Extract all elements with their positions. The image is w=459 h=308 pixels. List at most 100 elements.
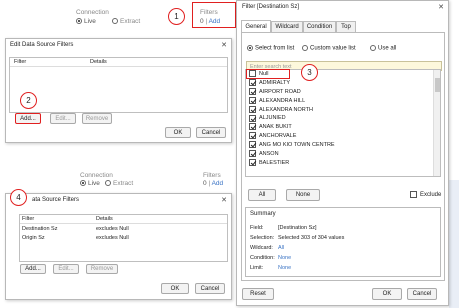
item-checkbox[interactable] — [249, 96, 256, 104]
filters-add-link[interactable]: Add — [209, 18, 221, 25]
item-checkbox[interactable] — [249, 87, 256, 95]
annotation-3: 3 — [301, 64, 318, 81]
row-2-details: excludes Null — [96, 235, 129, 241]
row-1-details: excludes Null — [96, 226, 129, 232]
cancel-button[interactable]: Cancel — [196, 127, 226, 138]
close-icon[interactable]: ✕ — [221, 41, 227, 49]
list-item[interactable]: ALJUNIED — [246, 114, 440, 123]
live-label: Live — [84, 18, 96, 25]
select-from-list-label: Select from list — [255, 45, 295, 52]
reset-button[interactable]: Reset — [242, 288, 274, 300]
grid-header-2: Filter Details — [20, 215, 227, 224]
list-item[interactable]: ADMIRALTY — [246, 78, 440, 88]
live-label-2: Live — [88, 180, 100, 187]
item-checkbox[interactable] — [249, 105, 256, 113]
select-from-list-radio[interactable]: Select from list — [247, 45, 294, 52]
extract-radio-2[interactable]: Extract — [105, 180, 133, 187]
summary-field-label: Field: — [250, 225, 264, 231]
filters-grid: Filter Details — [9, 57, 228, 113]
filters-count: 0 | Add — [200, 18, 221, 25]
exclude-checkbox[interactable]: Exclude — [410, 191, 441, 198]
edit-filters-dialog-bottom: ata Source Filters ✕ Filter Details Dest… — [5, 193, 232, 300]
summary-selection-value: Selected 303 of 304 values — [278, 235, 345, 241]
none-button[interactable]: None — [286, 189, 320, 201]
edit-filters-dialog-top: Edit Data Source Filters ✕ Filter Detail… — [5, 38, 232, 143]
summary-condition-label: Condition: — [250, 255, 275, 261]
extract-radio[interactable]: Extract — [112, 18, 140, 25]
tab-condition[interactable]: Condition — [303, 21, 336, 32]
live-radio-dot-2 — [80, 180, 86, 187]
list-item[interactable]: ALEXANDRA NORTH — [246, 105, 440, 115]
annotation-1: 1 — [168, 8, 185, 25]
column-filter-2: Filter — [22, 216, 35, 222]
item-label: ANSON — [259, 151, 279, 158]
edit-button[interactable]: Edit... — [50, 113, 76, 124]
filter-ok-button[interactable]: OK — [372, 288, 402, 300]
live-radio[interactable]: Live — [76, 18, 96, 25]
summary-heading: Summary — [250, 211, 276, 217]
row-2-filter[interactable]: Origin Sz — [22, 235, 45, 241]
ok-button[interactable]: OK — [165, 127, 191, 138]
use-all-radio[interactable]: Use all — [370, 45, 396, 52]
annotation-2: 2 — [20, 92, 37, 109]
list-item[interactable]: ANAK BUKIT — [246, 123, 440, 132]
ok-button-2[interactable]: OK — [161, 283, 189, 294]
list-item[interactable]: ANCHORVALE — [246, 132, 440, 141]
dialog-title-2: ata Source Filters — [32, 197, 80, 203]
list-item[interactable]: BALESTIER — [246, 158, 440, 168]
column-filter: Filter — [14, 59, 27, 65]
extract-label-2: Extract — [113, 180, 134, 187]
radio-dot-select — [247, 45, 253, 51]
item-label: ANG MO KIO TOWN CENTRE — [259, 142, 335, 149]
summary-limit-value: None — [278, 265, 292, 271]
column-details-2: Details — [96, 216, 113, 222]
values-list[interactable]: Null ADMIRALTY AIRPORT ROAD ALEXANDRA HILL A… — [245, 69, 441, 177]
remove-button-2[interactable]: Remove — [86, 264, 118, 274]
tab-wildcard[interactable]: Wildcard — [271, 21, 303, 32]
live-radio-2[interactable]: Live — [80, 180, 100, 187]
null-highlight-box — [246, 69, 290, 79]
close-icon-3[interactable]: ✕ — [438, 3, 444, 11]
item-label: ALEXANDRA NORTH — [259, 106, 313, 113]
remove-button[interactable]: Remove — [82, 113, 112, 124]
item-label: AIRPORT ROAD — [259, 88, 301, 95]
cancel-button-2[interactable]: Cancel — [195, 283, 225, 294]
values-list-items: Null ADMIRALTY AIRPORT ROAD ALEXANDRA HILL A… — [246, 70, 440, 168]
item-checkbox[interactable] — [249, 123, 256, 131]
filter-cancel-button[interactable]: Cancel — [407, 288, 437, 300]
scrollbar-thumb[interactable] — [435, 78, 440, 92]
annotation-4: 4 — [10, 189, 27, 206]
list-scrollbar[interactable] — [433, 70, 440, 176]
grid-header: Filter Details — [10, 58, 227, 67]
dialog-title: Edit Data Source Filters — [10, 42, 74, 48]
item-label: ALEXANDRA HILL — [259, 97, 306, 104]
item-checkbox[interactable] — [249, 78, 256, 86]
list-item[interactable]: ANSON — [246, 150, 440, 159]
list-item[interactable]: ANG MO KIO TOWN CENTRE — [246, 141, 440, 150]
row-1-filter[interactable]: Destination Sz — [22, 226, 57, 232]
item-checkbox[interactable] — [249, 132, 256, 140]
item-checkbox[interactable] — [249, 114, 256, 122]
tab-top[interactable]: Top — [336, 21, 356, 32]
summary-condition-value: None — [278, 255, 292, 261]
add-button[interactable]: Add... — [15, 113, 41, 124]
item-label: ANCHORVALE — [259, 133, 297, 140]
item-label: ALJUNIED — [259, 115, 286, 122]
list-item[interactable]: ALEXANDRA HILL — [246, 96, 440, 106]
extract-label: Extract — [120, 18, 141, 25]
edit-button-2[interactable]: Edit... — [53, 264, 79, 274]
item-checkbox[interactable] — [249, 150, 256, 158]
all-button[interactable]: All — [248, 189, 276, 201]
item-checkbox[interactable] — [249, 141, 256, 149]
item-checkbox[interactable] — [249, 158, 256, 166]
custom-value-list-radio[interactable]: Custom value list — [302, 45, 356, 52]
connection-label: Connection — [76, 9, 109, 16]
filters-add-link-2[interactable]: Add — [212, 180, 224, 187]
column-details: Details — [90, 59, 107, 65]
close-icon-2[interactable]: ✕ — [221, 196, 227, 204]
filters-count-2: 0 | Add — [203, 180, 224, 187]
add-button-2[interactable]: Add... — [20, 264, 46, 274]
tab-general[interactable]: General — [241, 20, 271, 32]
connection-label-2: Connection — [80, 172, 113, 179]
list-item[interactable]: AIRPORT ROAD — [246, 87, 440, 97]
